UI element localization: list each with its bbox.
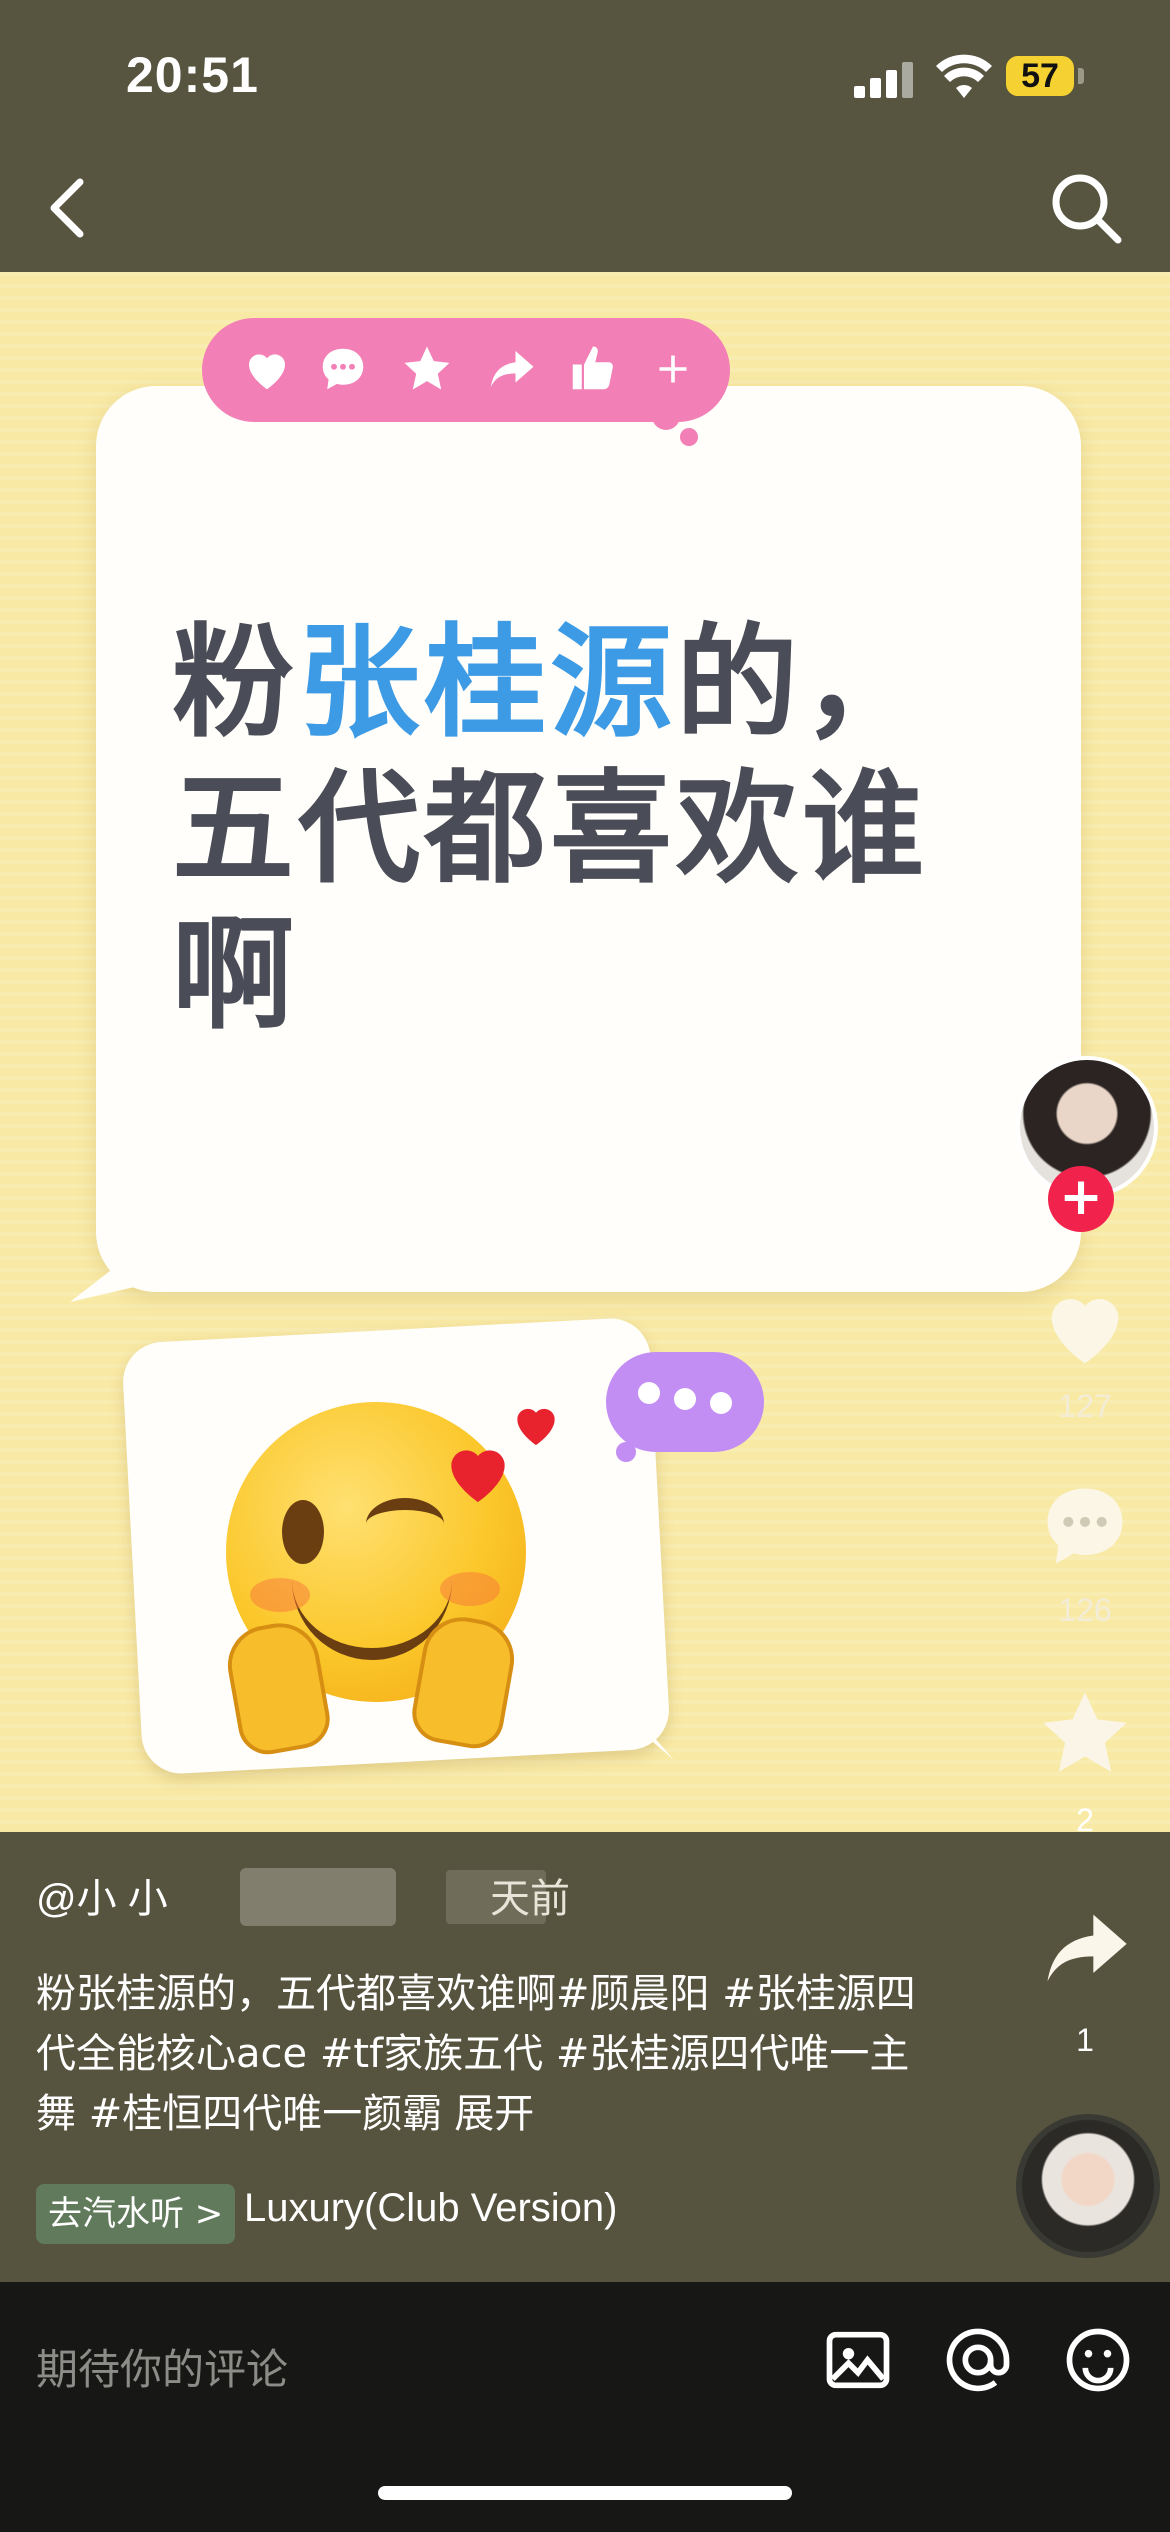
- caption-description[interactable]: 粉张桂源的，五代都喜欢谁啊#顾晨阳 #张桂源四代全能核心ace #tf家族五代 …: [36, 1964, 916, 2144]
- author-handle[interactable]: @小 小: [36, 1877, 168, 1921]
- like-icon[interactable]: [1030, 1276, 1140, 1376]
- emoji-icon[interactable]: [1060, 2322, 1136, 2398]
- heart-icon: [451, 1450, 505, 1502]
- typing-dot: [638, 1382, 660, 1404]
- emoji-blush: [440, 1572, 500, 1606]
- favorite-icon[interactable]: [1030, 1684, 1140, 1784]
- comment-count: 126: [1058, 1592, 1112, 1628]
- video-headline: 粉张桂源的， 五代都喜欢谁 啊: [172, 610, 1032, 1048]
- reaction-bar: [202, 318, 730, 422]
- redacted-block: [240, 1868, 396, 1926]
- signal-icon: [854, 62, 914, 98]
- reaction-bar-dot: [680, 428, 698, 446]
- heart-icon: [517, 1408, 555, 1445]
- wifi-icon: [936, 54, 992, 98]
- music-disc[interactable]: [1016, 2114, 1160, 2258]
- emoji-wink: [366, 1498, 444, 1550]
- share-count: 1: [1076, 2022, 1094, 2058]
- author-name[interactable]: @小 小: [36, 1866, 168, 1924]
- status-time: 20:51: [126, 47, 259, 103]
- typing-dot: [710, 1392, 732, 1414]
- headline-line-3: 啊: [172, 904, 298, 1046]
- expand-link[interactable]: 展开: [454, 2091, 534, 2137]
- emoji-eye: [282, 1500, 324, 1564]
- music-tag-button[interactable]: 去汽水听 >: [36, 2184, 236, 2244]
- like-count: 127: [1058, 1388, 1112, 1424]
- post-time: 天前: [490, 1877, 570, 1921]
- headline-highlight: 张桂源: [298, 612, 676, 754]
- battery-level: 57: [1021, 57, 1059, 95]
- music-title[interactable]: Luxury(Club Version): [244, 2186, 618, 2231]
- battery-cap: [1078, 68, 1084, 84]
- headline-text: 粉: [172, 612, 298, 754]
- headline-line-1: 粉张桂源的，: [172, 610, 1032, 756]
- video-player[interactable]: 粉张桂源的， 五代都喜欢谁 啊: [0, 272, 1170, 1832]
- headline-text: 的，: [676, 612, 928, 754]
- home-indicator[interactable]: [378, 2486, 792, 2500]
- image-icon[interactable]: [820, 2322, 896, 2398]
- share-icon: [490, 351, 534, 387]
- heart-icon: [249, 354, 285, 390]
- headline-line-2: 五代都喜欢谁: [172, 758, 928, 900]
- typing-bubble: [606, 1352, 764, 1452]
- chevron-left-icon[interactable]: [40, 172, 100, 242]
- comment-icon: [322, 348, 364, 390]
- thumbs-up-icon: [572, 346, 613, 390]
- emoji-blush: [250, 1578, 310, 1612]
- comment-input[interactable]: 期待你的评论: [36, 2336, 288, 2397]
- typing-bubble-tail: [616, 1442, 636, 1462]
- at-mention-icon[interactable]: [940, 2322, 1016, 2398]
- follow-button[interactable]: +: [1048, 1166, 1114, 1232]
- comment-icon[interactable]: [1030, 1476, 1140, 1576]
- star-icon: [404, 346, 450, 390]
- share-icon[interactable]: [1030, 1898, 1140, 1998]
- plus-icon: [659, 355, 687, 383]
- typing-dot: [674, 1388, 696, 1410]
- search-icon[interactable]: [1046, 168, 1126, 248]
- top-nav: [0, 150, 1170, 272]
- reaction-bar-tail: [652, 402, 680, 430]
